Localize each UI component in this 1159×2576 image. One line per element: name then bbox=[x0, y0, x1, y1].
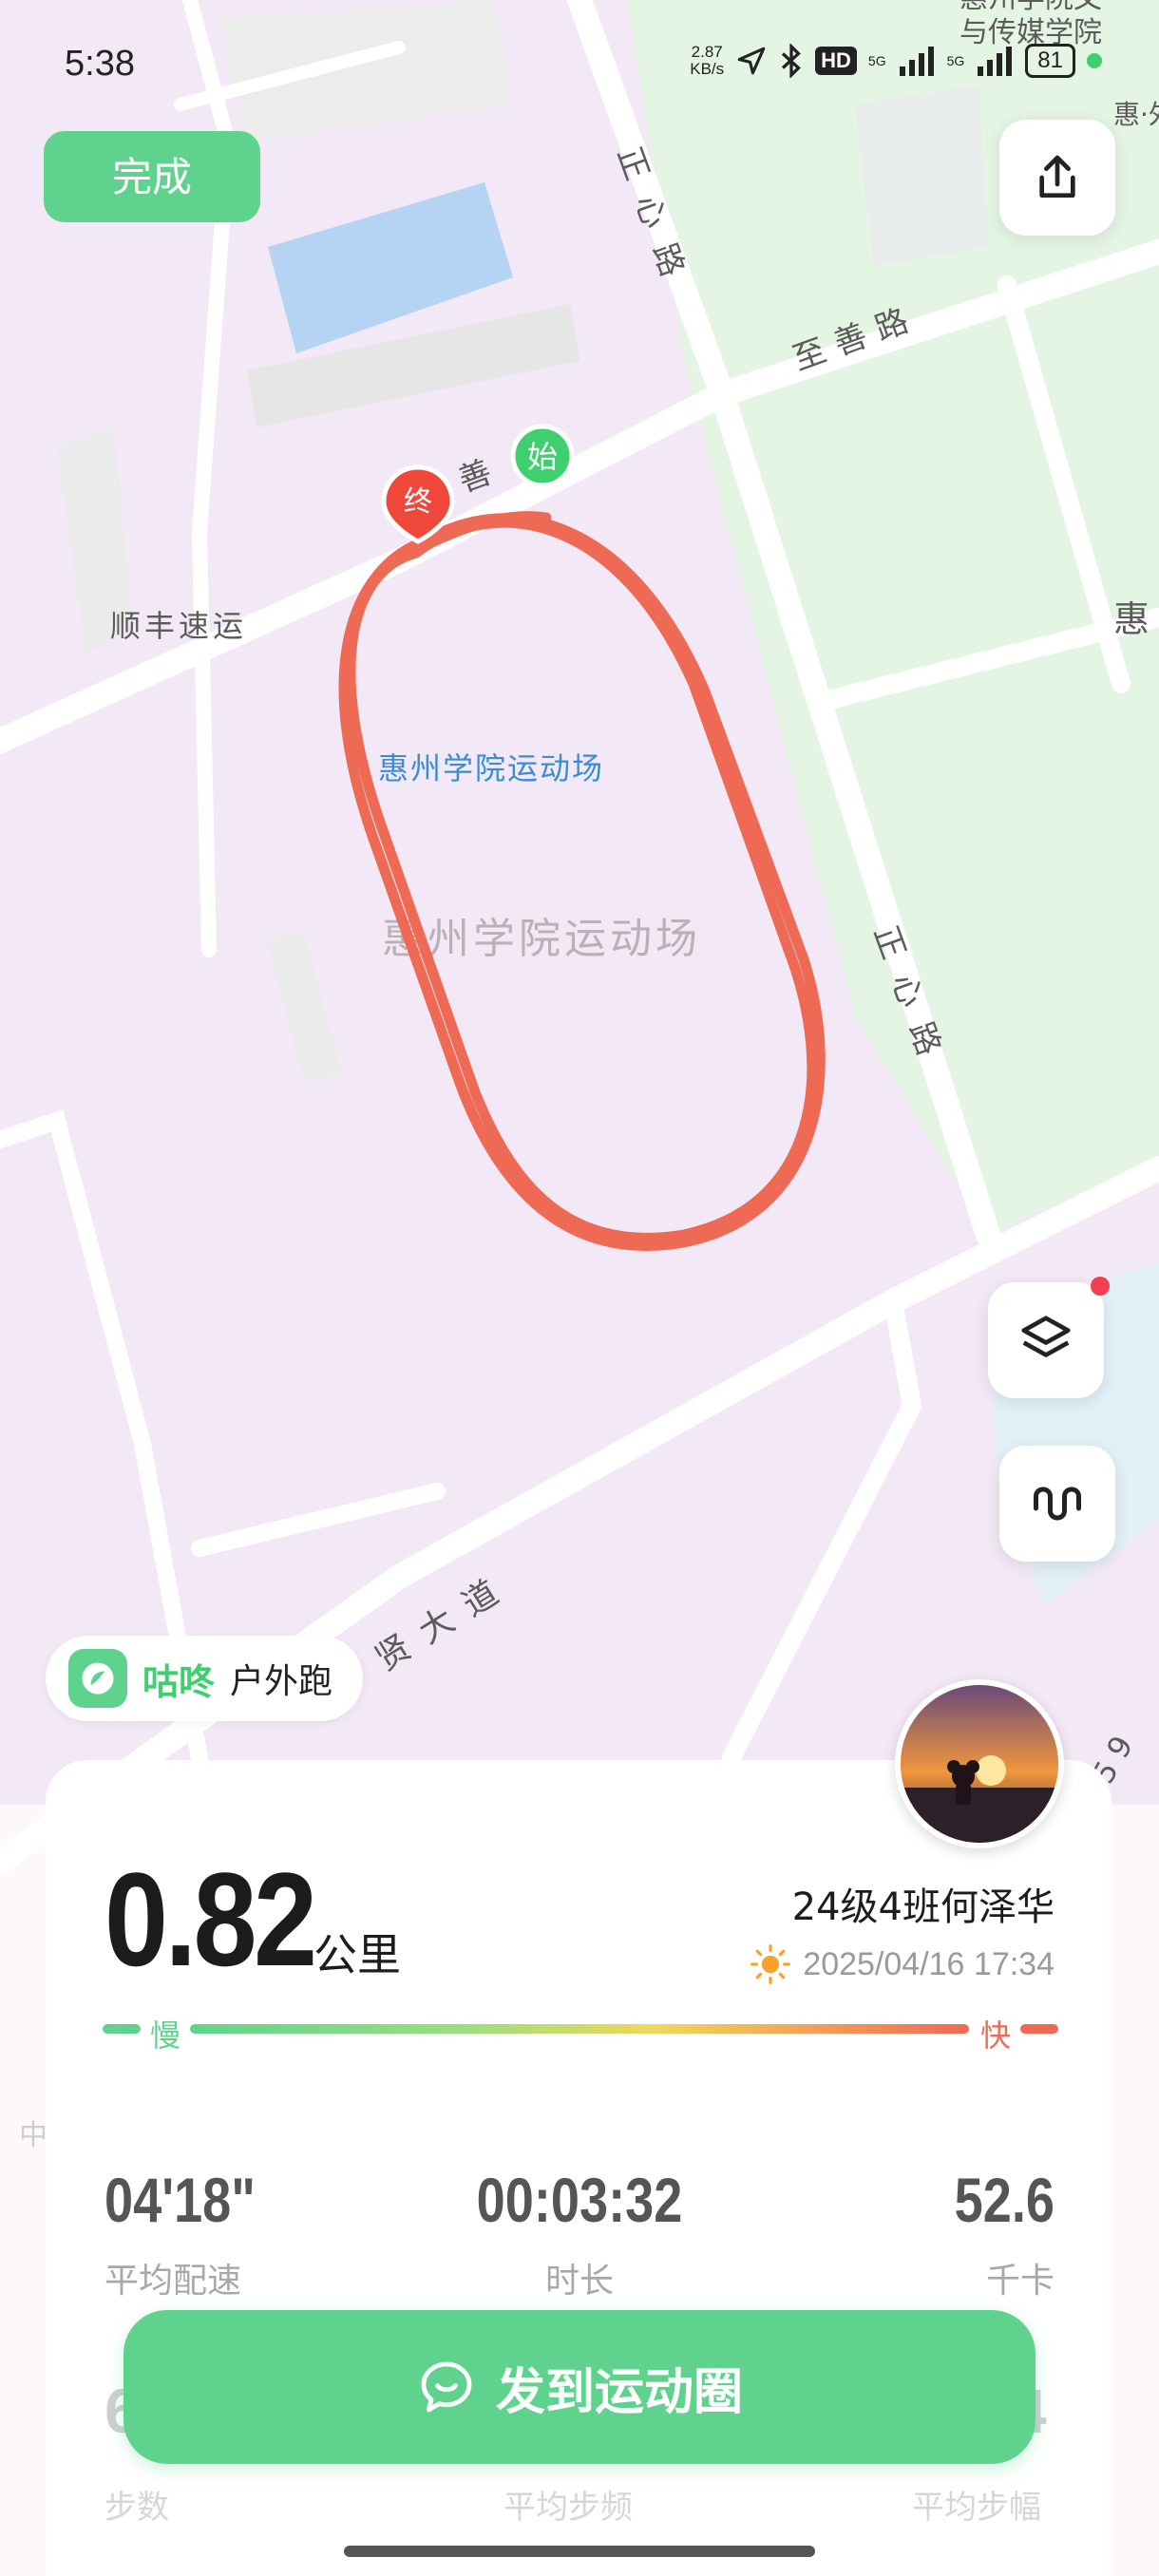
metric-cadence-label: 平均步频 bbox=[504, 2489, 633, 2527]
status-dot bbox=[1087, 53, 1102, 68]
activity-type: 户外跑 bbox=[230, 1662, 333, 1701]
post-to-feed-button[interactable]: 发到运动圈 bbox=[124, 2310, 1036, 2464]
start-marker-label: 始 bbox=[527, 439, 558, 475]
status-time: 5:38 bbox=[65, 44, 135, 84]
status-bar: 5:38 2.87 KB/s HD 5G 5G 81 bbox=[0, 0, 1159, 133]
layers-icon bbox=[1021, 1316, 1071, 1357]
status-icons: 2.87 KB/s HD 5G 5G 81 bbox=[690, 44, 1102, 78]
metric-stride-label: 平均步幅 bbox=[912, 2489, 1041, 2527]
codoon-logo-icon bbox=[68, 1649, 127, 1708]
signal-5g-label: 5G bbox=[867, 53, 886, 68]
app-brand-chip: 咕咚 户外跑 bbox=[46, 1636, 364, 1721]
pace-fast-label: 快 bbox=[980, 2017, 1012, 2054]
pace-legend-bar: 慢 快 bbox=[103, 2017, 1058, 2054]
datetime-text: 2025/04/16 17:34 bbox=[803, 1945, 1054, 1982]
signal-5g-label: 5G bbox=[946, 53, 965, 68]
metric-duration: 00:03:32 时长 bbox=[418, 2164, 741, 2302]
avatar[interactable] bbox=[895, 1679, 1064, 1848]
route-toggle-button[interactable] bbox=[999, 1446, 1115, 1562]
location-arrow-icon bbox=[737, 47, 766, 75]
share-icon bbox=[1039, 155, 1075, 199]
metric-avg-pace: 04'18" 平均配速 bbox=[104, 2164, 428, 2302]
pace-bar-slow-cap bbox=[103, 2024, 141, 2034]
pace-bar-fast-cap bbox=[1020, 2024, 1058, 2034]
signal-bars-icon bbox=[978, 47, 1013, 76]
network-speed-value: 2.87 bbox=[691, 43, 723, 61]
metric-value: 52.6 bbox=[954, 2165, 1054, 2235]
bluetooth-icon bbox=[782, 44, 802, 78]
pace-gradient-bar bbox=[190, 2024, 969, 2034]
user-name: 24级4班何泽华 bbox=[791, 1885, 1054, 1929]
end-marker-label: 终 bbox=[404, 485, 432, 519]
metric-steps-label: 步数 bbox=[104, 2489, 169, 2527]
post-to-feed-label: 发到运动圈 bbox=[495, 2363, 743, 2421]
pace-slow-label: 慢 bbox=[150, 2017, 181, 2054]
metric-label: 平均配速 bbox=[104, 2262, 242, 2301]
metric-label: 千卡 bbox=[985, 2262, 1054, 2301]
distance-value: 0.82 bbox=[104, 1845, 317, 1994]
map-label-poi: 顺丰速运 bbox=[110, 608, 247, 644]
network-speed-unit: KB/s bbox=[690, 60, 725, 78]
metric-value: 00:03:32 bbox=[476, 2165, 683, 2235]
signal-bars-icon bbox=[899, 47, 934, 76]
home-indicator[interactable] bbox=[344, 2546, 815, 2557]
battery-indicator: 81 bbox=[1025, 44, 1075, 78]
network-speed: 2.87 KB/s bbox=[690, 44, 724, 78]
brand-name: 咕咚 bbox=[142, 1660, 216, 1703]
sun-weather-icon bbox=[750, 1944, 791, 1984]
route-wave-icon bbox=[1034, 1487, 1081, 1521]
map-label-edge: 惠 bbox=[1113, 598, 1150, 640]
activity-datetime: 2025/04/16 17:34 bbox=[750, 1943, 1054, 1985]
map-label-stadium: 惠州学院运动场 bbox=[378, 750, 604, 786]
chat-bubble-icon bbox=[421, 2361, 472, 2413]
map-layers-button[interactable] bbox=[988, 1277, 1110, 1398]
metric-calories: 52.6 千卡 bbox=[732, 2164, 1054, 2302]
share-export-button[interactable] bbox=[999, 120, 1115, 236]
start-marker[interactable]: 始 bbox=[510, 424, 575, 488]
distance-unit: 公里 bbox=[314, 1929, 401, 1980]
metric-value: 04'18" bbox=[104, 2165, 256, 2235]
notification-dot bbox=[1091, 1277, 1110, 1296]
metric-label: 时长 bbox=[544, 2262, 614, 2301]
hd-badge: HD bbox=[815, 47, 857, 75]
done-button[interactable]: 完成 bbox=[44, 131, 260, 222]
